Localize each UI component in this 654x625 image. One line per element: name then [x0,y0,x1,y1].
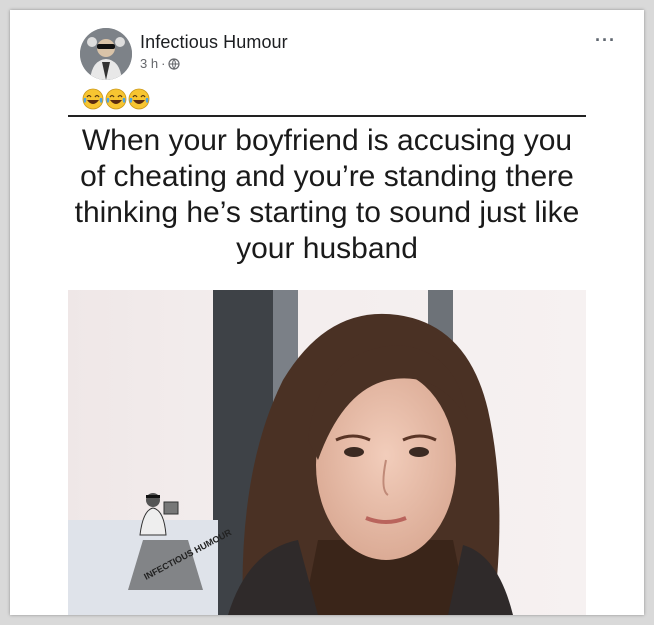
post-card: Infectious Humour 3 h · ··· When your bo… [10,10,644,615]
post-meta: 3 h · [140,56,181,71]
page-avatar[interactable] [80,28,132,80]
post-timestamp[interactable]: 3 h [140,56,158,71]
more-options-button[interactable]: ··· [595,30,616,51]
woman-photo-image: INFECTIOUS HUMOUR [68,290,586,615]
face-with-tears-of-joy-icon [128,88,150,110]
globe-icon [168,57,181,70]
avatar-image [80,28,132,80]
face-with-tears-of-joy-icon [105,88,127,110]
meme-caption: When your boyfriend is accusing you of c… [74,124,580,265]
meme-photo[interactable]: INFECTIOUS HUMOUR [68,290,586,615]
meme-top-border [68,115,586,117]
caption-emojis [82,88,150,110]
page-name-link[interactable]: Infectious Humour [140,32,288,53]
meta-separator: · [161,56,166,71]
face-with-tears-of-joy-icon [82,88,104,110]
